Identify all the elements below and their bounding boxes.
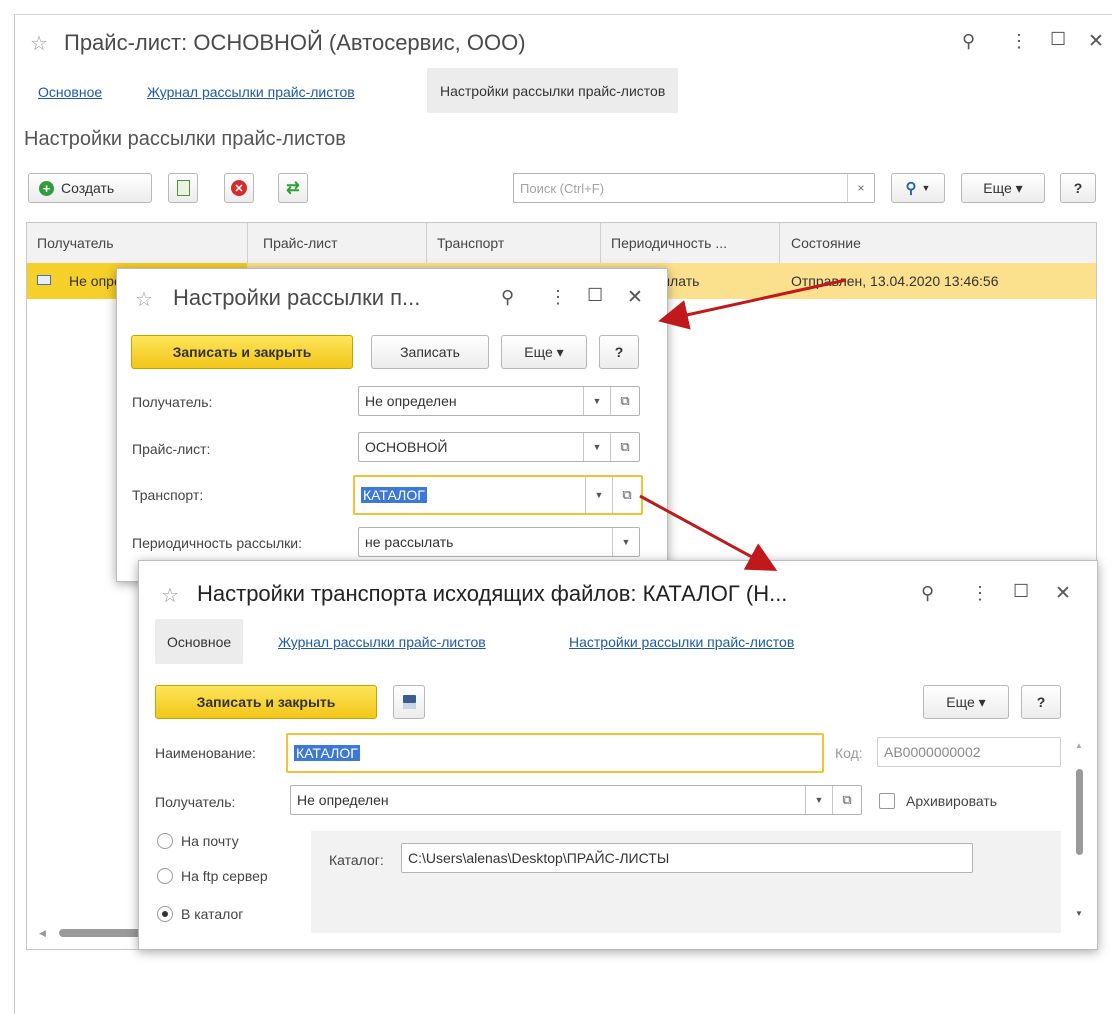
arrow-to-transport-dialog xyxy=(639,494,778,571)
annotation-arrows xyxy=(639,278,847,571)
arrow-to-dialog xyxy=(658,278,847,330)
